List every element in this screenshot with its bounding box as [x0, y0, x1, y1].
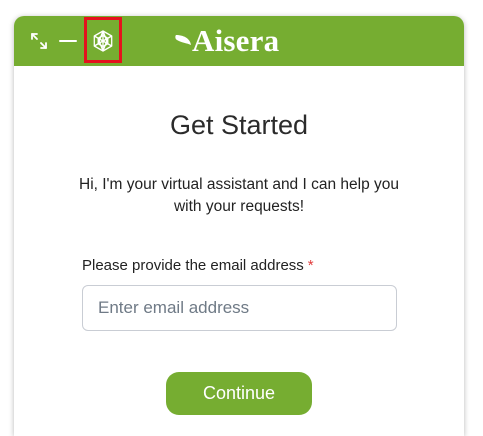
expand-arrows-icon — [31, 33, 47, 49]
intro-text: Hi, I'm your virtual assistant and I can… — [79, 176, 399, 215]
minimize-icon — [59, 40, 77, 42]
expand-button[interactable] — [24, 16, 54, 66]
page-title: Get Started — [169, 110, 309, 140]
leaf-logo-icon — [175, 35, 191, 45]
brand-logo: Aisera — [174, 22, 279, 60]
continue-button[interactable]: Continue — [166, 372, 312, 415]
email-label-text: Please provide the email address — [82, 257, 304, 274]
brand-name: Aisera — [192, 23, 280, 58]
chat-widget: Aisera Get Started Hi, I'm your virtual … — [14, 16, 464, 436]
widget-header: Aisera — [14, 16, 464, 66]
email-label: Please provide the email address * — [82, 257, 314, 274]
minimize-button[interactable] — [56, 16, 80, 66]
email-field[interactable] — [82, 285, 397, 331]
highlight-box — [84, 17, 122, 63]
required-marker: * — [307, 257, 314, 274]
